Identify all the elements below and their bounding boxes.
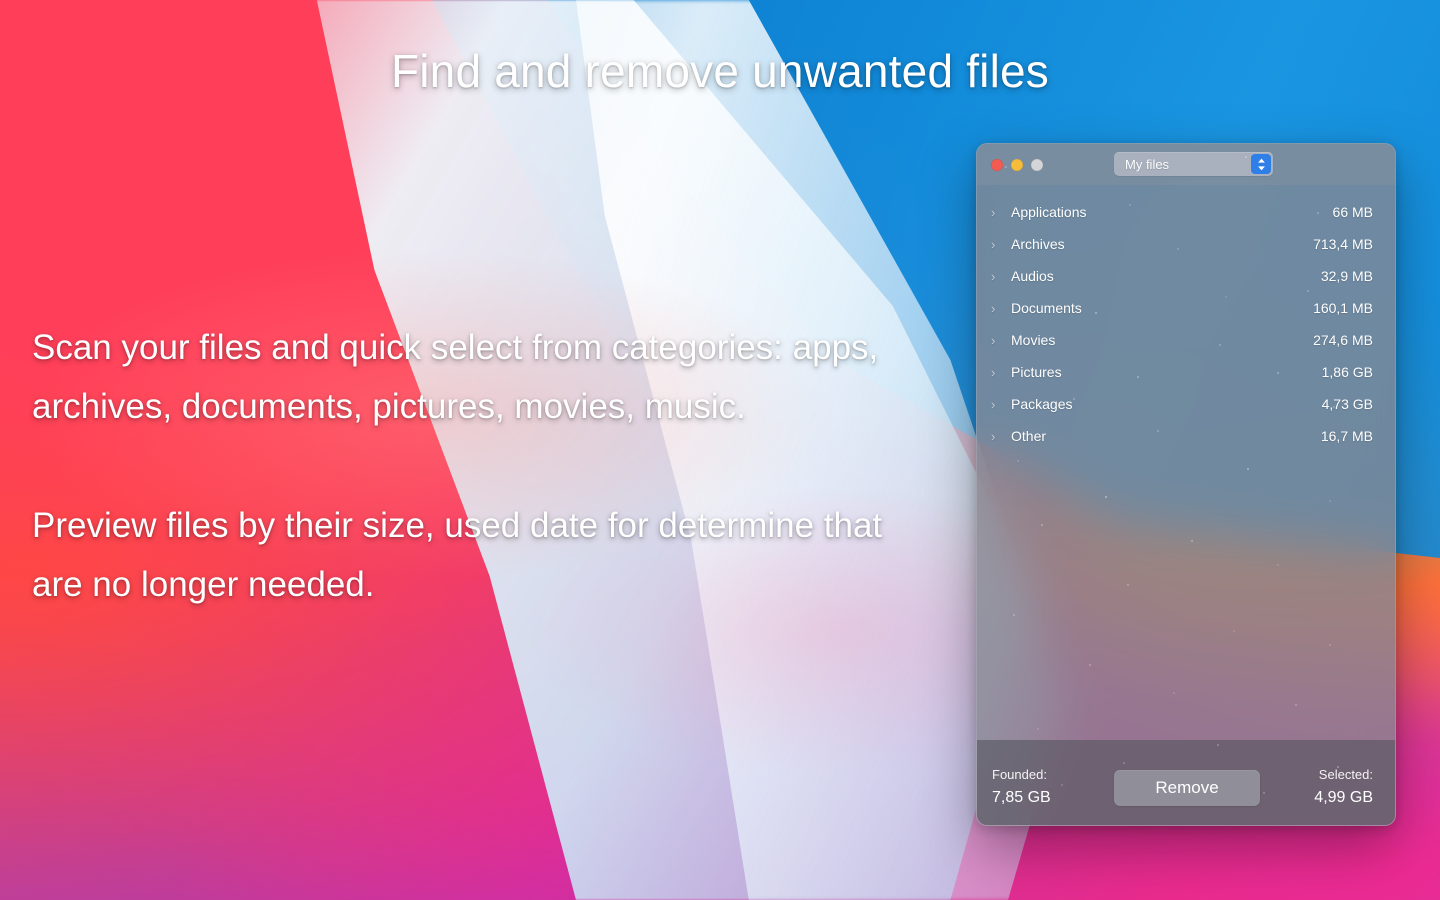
zoom-button[interactable]	[1031, 159, 1043, 171]
table-row[interactable]: › Audios 32,9 MB	[977, 260, 1395, 292]
file-scope-selected-label: My files	[1114, 157, 1251, 172]
file-category-size: 274,6 MB	[1313, 332, 1373, 348]
file-scope-dropdown[interactable]: My files	[1114, 152, 1273, 176]
file-category-size: 66 MB	[1333, 204, 1373, 220]
page-headline: Find and remove unwanted files	[0, 44, 1440, 98]
selected-label: Selected:	[1319, 767, 1373, 782]
table-row[interactable]: › Other 16,7 MB	[977, 420, 1395, 452]
file-category-size: 713,4 MB	[1313, 236, 1373, 252]
founded-label: Founded:	[992, 767, 1047, 782]
file-category-size: 160,1 MB	[1313, 300, 1373, 316]
chevron-right-icon[interactable]: ›	[991, 302, 1011, 315]
traffic-lights	[991, 159, 1043, 171]
chevron-right-icon[interactable]: ›	[991, 430, 1011, 443]
founded-value: 7,85 GB	[992, 789, 1051, 807]
window-footer: Founded: 7,85 GB Remove Selected: 4,99 G…	[977, 740, 1395, 825]
window-titlebar: My files	[977, 144, 1395, 185]
chevron-right-icon[interactable]: ›	[991, 206, 1011, 219]
marketing-paragraph-1: Scan your files and quick select from ca…	[32, 318, 912, 436]
selected-value: 4,99 GB	[1314, 789, 1373, 807]
minimize-button[interactable]	[1011, 159, 1023, 171]
chevron-right-icon[interactable]: ›	[991, 398, 1011, 411]
table-row[interactable]: › Documents 160,1 MB	[977, 292, 1395, 324]
close-button[interactable]	[991, 159, 1003, 171]
chevron-right-icon[interactable]: ›	[991, 334, 1011, 347]
file-category-name: Pictures	[1011, 364, 1322, 380]
table-row[interactable]: › Archives 713,4 MB	[977, 228, 1395, 260]
table-row[interactable]: › Packages 4,73 GB	[977, 388, 1395, 420]
file-category-name: Movies	[1011, 332, 1313, 348]
file-category-name: Documents	[1011, 300, 1313, 316]
file-category-size: 32,9 MB	[1321, 268, 1373, 284]
app-window: My files › Applications 66 MB › Archives…	[976, 143, 1396, 826]
file-category-name: Other	[1011, 428, 1321, 444]
marketing-copy: Scan your files and quick select from ca…	[32, 318, 912, 614]
chevron-right-icon[interactable]: ›	[991, 238, 1011, 251]
file-category-name: Applications	[1011, 204, 1333, 220]
file-category-size: 4,73 GB	[1322, 396, 1373, 412]
file-category-list: › Applications 66 MB › Archives 713,4 MB…	[977, 185, 1395, 740]
file-category-size: 16,7 MB	[1321, 428, 1373, 444]
file-category-size: 1,86 GB	[1322, 364, 1373, 380]
chevron-up-down-icon[interactable]	[1251, 154, 1271, 174]
chevron-right-icon[interactable]: ›	[991, 270, 1011, 283]
table-row[interactable]: › Movies 274,6 MB	[977, 324, 1395, 356]
file-category-name: Archives	[1011, 236, 1313, 252]
founded-stat: Founded: 7,85 GB	[992, 767, 1051, 807]
remove-button[interactable]: Remove	[1114, 770, 1260, 806]
table-row[interactable]: › Pictures 1,86 GB	[977, 356, 1395, 388]
chevron-right-icon[interactable]: ›	[991, 366, 1011, 379]
marketing-paragraph-2: Preview files by their size, used date f…	[32, 496, 912, 614]
file-category-name: Audios	[1011, 268, 1321, 284]
table-row[interactable]: › Applications 66 MB	[977, 196, 1395, 228]
file-category-name: Packages	[1011, 396, 1322, 412]
selected-stat: Selected: 4,99 GB	[1314, 767, 1373, 807]
